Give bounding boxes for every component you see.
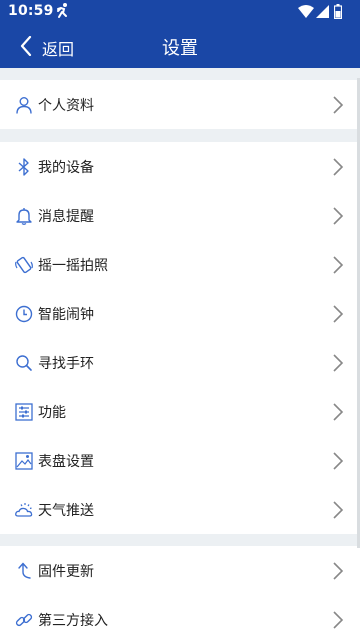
app-bar: 返回 设置 xyxy=(0,24,360,68)
settings-row-third-party[interactable]: 第三方接入 xyxy=(0,595,360,644)
sliders-icon xyxy=(15,403,33,421)
row-label: 功能 xyxy=(38,405,66,421)
settings-row-find-band[interactable]: 寻找手环 xyxy=(0,338,360,387)
row-label: 寻找手环 xyxy=(38,356,94,372)
chevron-right-icon xyxy=(333,305,344,323)
chevron-right-icon xyxy=(333,96,344,114)
settings-row-notifications[interactable]: 消息提醒 xyxy=(0,191,360,240)
row-label: 第三方接入 xyxy=(38,613,108,629)
row-label: 固件更新 xyxy=(38,564,94,580)
weather-icon xyxy=(15,503,33,517)
settings-row-functions[interactable]: 功能 xyxy=(0,387,360,436)
page-title: 设置 xyxy=(162,38,198,59)
chevron-right-icon xyxy=(333,207,344,225)
row-label: 智能闹钟 xyxy=(38,307,94,323)
alarm-clock-icon xyxy=(15,305,33,323)
section-profile: 个人资料 xyxy=(0,80,360,129)
status-bar: 10:59 xyxy=(0,0,360,24)
row-label: 天气推送 xyxy=(38,503,94,519)
firmware-update-icon xyxy=(18,562,31,579)
battery-icon xyxy=(334,4,342,19)
signal-icon xyxy=(316,5,329,18)
bell-icon xyxy=(16,208,32,225)
chevron-right-icon xyxy=(333,256,344,274)
watchface-icon xyxy=(15,452,33,470)
person-icon xyxy=(16,97,32,114)
settings-row-firmware-update[interactable]: 固件更新 xyxy=(0,546,360,595)
wifi-icon xyxy=(298,5,314,18)
chevron-right-icon xyxy=(333,562,344,580)
row-label: 摇一摇拍照 xyxy=(38,258,108,274)
link-icon xyxy=(15,613,33,627)
running-icon xyxy=(57,3,67,18)
chevron-right-icon xyxy=(333,611,344,629)
settings-row-my-device[interactable]: 我的设备 xyxy=(0,142,360,191)
settings-row-shake-photo[interactable]: 摇一摇拍照 xyxy=(0,240,360,289)
shake-photo-icon xyxy=(15,256,33,274)
row-label: 表盘设置 xyxy=(38,454,94,470)
section-system: 固件更新 第三方接入 xyxy=(0,546,360,644)
settings-row-smart-alarm[interactable]: 智能闹钟 xyxy=(0,289,360,338)
chevron-right-icon xyxy=(333,354,344,372)
section-device: 我的设备 消息提醒 摇一摇拍照 智能闹钟 寻找手环 功能 表盘设置 天气推送 xyxy=(0,142,360,534)
chevron-right-icon xyxy=(333,501,344,519)
settings-row-weather[interactable]: 天气推送 xyxy=(0,485,360,534)
chevron-right-icon xyxy=(333,452,344,470)
settings-row-profile[interactable]: 个人资料 xyxy=(0,80,360,129)
row-label: 个人资料 xyxy=(38,98,94,114)
chevron-right-icon xyxy=(333,403,344,421)
bluetooth-icon xyxy=(18,158,29,176)
row-label: 我的设备 xyxy=(38,160,94,176)
row-label: 消息提醒 xyxy=(38,209,94,225)
chevron-right-icon xyxy=(333,158,344,176)
status-time: 10:59 xyxy=(8,3,54,19)
search-icon xyxy=(16,355,32,371)
settings-row-watchface[interactable]: 表盘设置 xyxy=(0,436,360,485)
